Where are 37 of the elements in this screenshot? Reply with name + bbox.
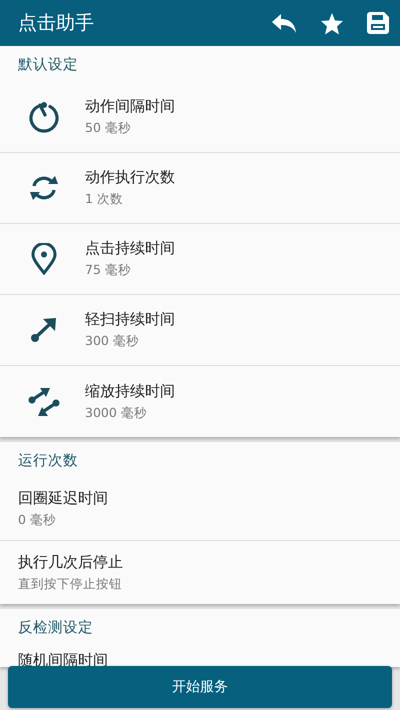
start-service-button[interactable]: 开始服务 xyxy=(8,666,392,708)
setting-item[interactable]: 回圈延迟时间 0 毫秒 xyxy=(0,478,400,541)
sync-icon xyxy=(27,175,61,201)
save-icon xyxy=(366,11,390,35)
undo-icon xyxy=(270,12,298,34)
save-icon-button[interactable] xyxy=(366,11,390,35)
setting-value: 300 毫秒 xyxy=(85,333,140,350)
setting-value: 直到按下停止按钮 xyxy=(18,576,123,592)
timer-icon xyxy=(28,101,60,133)
setting-value: 50 毫秒 xyxy=(85,120,132,137)
star-icon xyxy=(320,12,344,34)
diagonal-arrow-icon xyxy=(30,317,58,343)
setting-value: 0 毫秒 xyxy=(18,512,57,529)
setting-title: 轻扫持续时间 xyxy=(85,310,175,329)
setting-value: 3000 毫秒 xyxy=(85,404,148,422)
location-pin-icon xyxy=(31,243,57,275)
setting-title: 回圈延迟时间 xyxy=(18,489,108,508)
section-header: 反检测设定 xyxy=(17,618,94,638)
setting-item[interactable]: 轻扫持续时间 300 毫秒 xyxy=(0,295,400,366)
setting-value: 1 次数 xyxy=(85,191,124,208)
undo-icon-button[interactable] xyxy=(270,12,298,34)
setting-item[interactable]: 点击持续时间 75 毫秒 xyxy=(0,224,400,295)
setting-title: 动作执行次数 xyxy=(85,168,175,187)
setting-item[interactable]: 缩放持续时间 3000 毫秒 xyxy=(0,366,400,437)
setting-title: 缩放持续时间 xyxy=(85,382,175,400)
section-header: 运行次数 xyxy=(17,452,79,470)
app-title: 点击助手 xyxy=(18,11,94,36)
setting-item[interactable]: 动作执行次数 1 次数 xyxy=(0,153,400,224)
setting-title: 点击持续时间 xyxy=(85,239,175,258)
setting-item[interactable]: 动作间隔时间 50 毫秒 xyxy=(0,82,400,153)
star-icon-button[interactable] xyxy=(320,12,344,34)
double-arrow-icon xyxy=(28,386,60,416)
setting-item[interactable]: 执行几次后停止 直到按下停止按钮 xyxy=(0,541,400,604)
section-header: 默认设定 xyxy=(17,56,79,74)
setting-title: 动作间隔时间 xyxy=(85,97,175,116)
setting-title: 执行几次后停止 xyxy=(18,552,123,572)
setting-value: 75 毫秒 xyxy=(85,262,132,279)
